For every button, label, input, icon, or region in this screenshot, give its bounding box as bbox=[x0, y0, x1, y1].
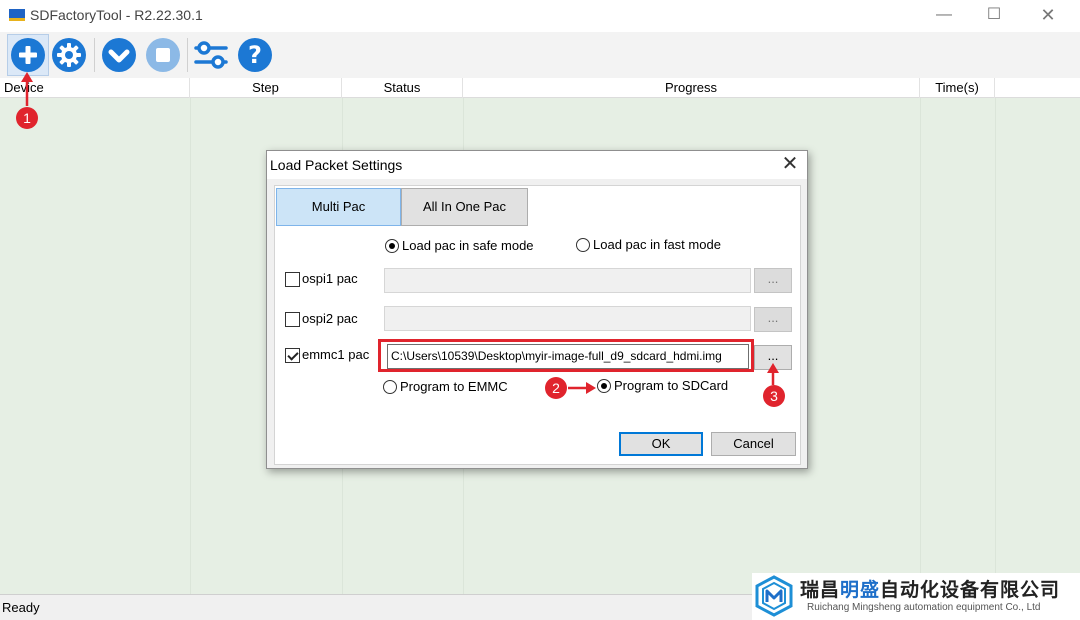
company-name-suffix: 自动化设备有限公司 bbox=[880, 580, 1061, 601]
company-name-brand: 明盛 bbox=[840, 580, 881, 601]
company-name-cn: 瑞昌明盛自动化设备有限公司 bbox=[800, 575, 1060, 602]
company-logo-icon bbox=[755, 575, 793, 617]
company-name-en: Ruichang Mingsheng automation equipment … bbox=[807, 602, 1041, 613]
step-marker-2: 2 bbox=[545, 377, 567, 399]
step-marker-1: 1 bbox=[16, 107, 38, 129]
app-window: SDFactoryTool - R2.22.30.1 — ☐ ✕ ? Devic… bbox=[0, 0, 1080, 620]
company-name-prefix: 瑞昌 bbox=[800, 580, 841, 601]
annotation-arrows bbox=[21, 72, 779, 394]
company-watermark: 瑞昌明盛自动化设备有限公司 Ruichang Mingsheng automat… bbox=[752, 573, 1080, 620]
step-marker-3: 3 bbox=[763, 385, 785, 407]
